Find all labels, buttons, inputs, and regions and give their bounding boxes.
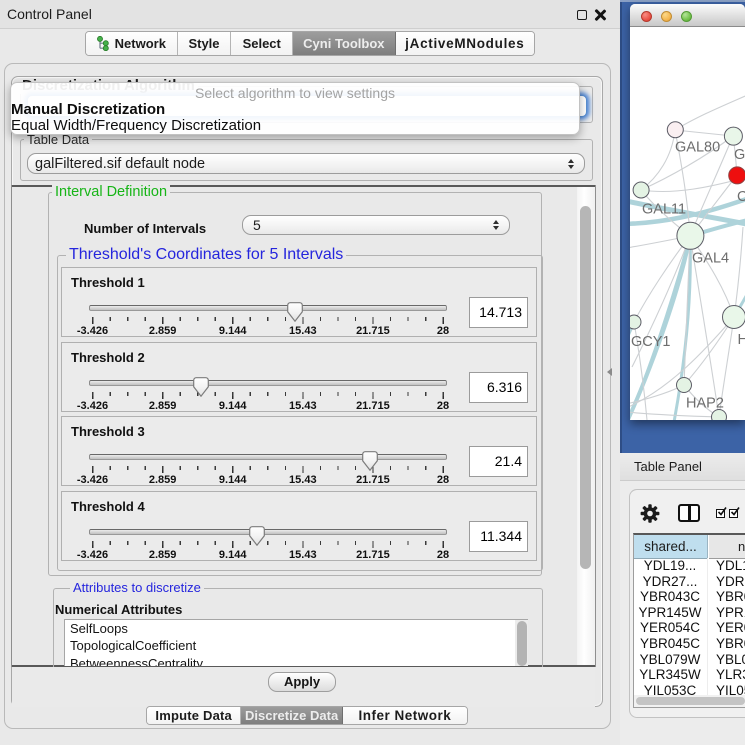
svg-text:GA: GA: [734, 147, 745, 163]
svg-text:GAL80: GAL80: [675, 140, 720, 156]
svg-text:GAL11: GAL11: [642, 202, 686, 218]
svg-text:GCY1: GCY1: [631, 334, 671, 350]
svg-text:HAP2: HAP2: [686, 396, 724, 412]
svg-text:GAL4: GAL4: [692, 251, 729, 267]
svg-text:H: H: [738, 332, 745, 348]
svg-text:C: C: [737, 189, 745, 205]
